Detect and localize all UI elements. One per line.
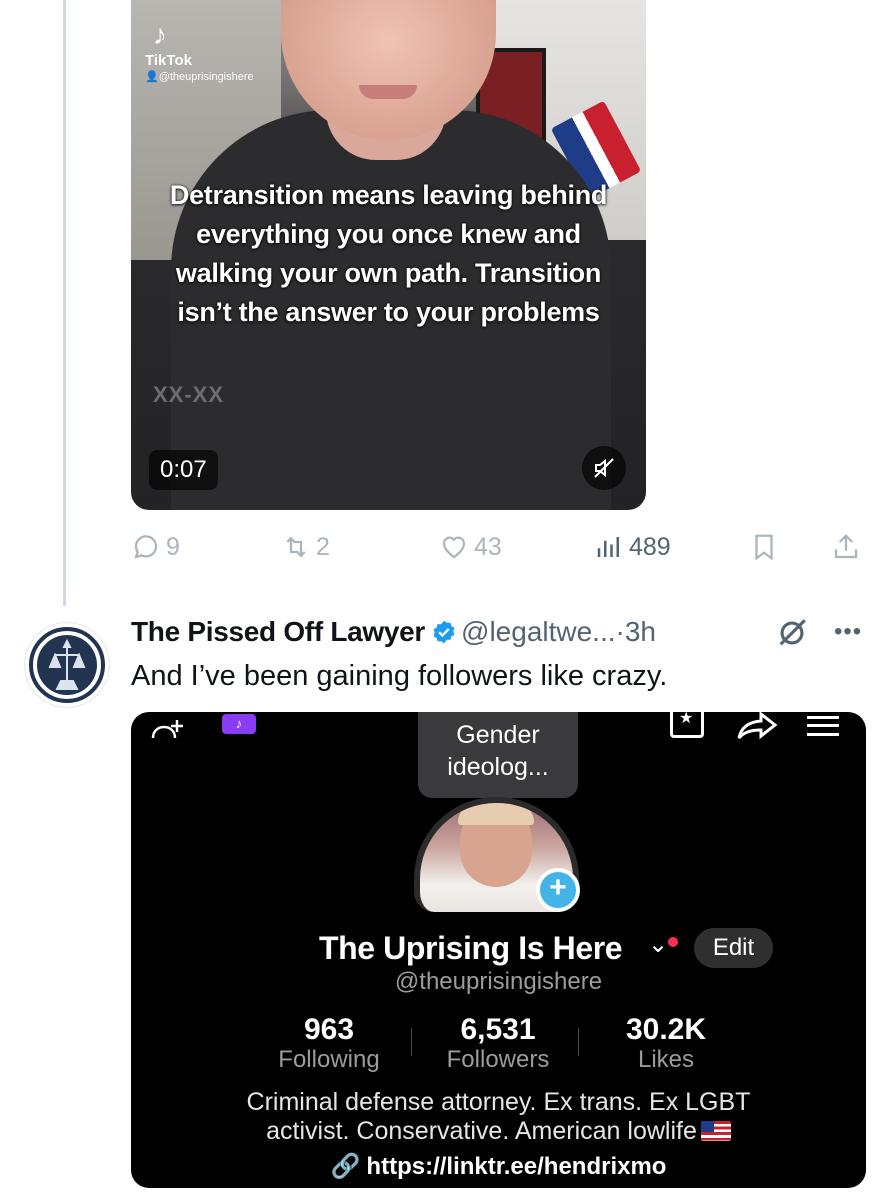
more-options-icon[interactable]: ••• xyxy=(834,612,862,652)
like-count: 43 xyxy=(474,532,502,561)
us-flag-icon xyxy=(700,1121,731,1141)
tweet-timestamp[interactable]: 3h xyxy=(625,616,656,647)
bookmark-button[interactable] xyxy=(749,526,779,568)
favorites-icon: ★ xyxy=(670,712,704,738)
repost-button[interactable]: 2 xyxy=(281,526,330,568)
mute-button[interactable] xyxy=(582,446,626,490)
reply-button[interactable]: 9 xyxy=(131,526,180,568)
profile-name-row: The Uprising Is Here ⌄ Edit xyxy=(131,926,866,970)
add-friend-icon xyxy=(151,720,183,739)
author-handle[interactable]: @legaltwe... xyxy=(461,616,616,647)
tiktok-watermark-handle: 👤@theuprisingishere xyxy=(145,71,254,83)
tweet-text: And I’ve been gaining followers like cra… xyxy=(131,660,668,692)
verified-badge-icon[interactable] xyxy=(431,619,457,645)
tiktok-watermark-name: TikTok xyxy=(145,52,192,69)
lady-justice-logo-icon xyxy=(29,627,105,703)
stat-label: Likes xyxy=(637,1046,695,1073)
tiktok-watermark: ♪ TikTok 👤@theuprisingishere xyxy=(145,19,255,84)
video-duration: 0:07 xyxy=(149,450,218,490)
tiktok-badge-icon: ♪ xyxy=(222,714,256,734)
views-button[interactable]: 489 xyxy=(594,526,671,568)
edit-profile-button: Edit xyxy=(694,928,773,968)
author-name[interactable]: The Pissed Off Lawyer xyxy=(131,616,425,647)
reply-icon xyxy=(134,535,158,559)
video-caption: Detransition means leaving behind everyt… xyxy=(169,180,608,327)
bio-line-1: Criminal defense attorney. Ex trans. Ex … xyxy=(246,1088,751,1116)
stat-value: 6,531 xyxy=(460,1013,536,1046)
tweet-image-profile[interactable]: ♪ ★ Gender ideolog... + The Uprising Is … xyxy=(131,712,866,1188)
stat-followers: 6,531 Followers xyxy=(430,1014,566,1074)
lips xyxy=(359,85,417,99)
profile-handle: @theuprisingishere xyxy=(394,968,603,995)
stat-label: Following xyxy=(278,1046,380,1073)
link-icon: 🔗 xyxy=(330,1153,361,1180)
tweet-video[interactable]: ♪ TikTok 👤@theuprisingishere Detransitio… xyxy=(131,0,646,510)
profile-hair xyxy=(458,803,534,825)
reply-count: 9 xyxy=(166,532,180,561)
author-avatar[interactable] xyxy=(24,622,110,708)
profile-stats: 963 Following 6,531 Followers 30.2K Like… xyxy=(231,1014,751,1074)
heart-icon xyxy=(442,536,466,559)
bio-line-2: activist. Conservative. American lowlife xyxy=(131,1117,866,1146)
chevron-down-icon: ⌄ xyxy=(648,931,669,958)
speaker-muted-icon xyxy=(594,458,614,478)
tiktok-logo-icon: ♪ xyxy=(153,19,167,50)
bookmark-icon xyxy=(755,534,773,561)
profile-bio: Criminal defense attorney. Ex trans. Ex … xyxy=(131,1088,866,1146)
stat-likes: 30.2K Likes xyxy=(596,1014,736,1074)
tweet-action-bar: 9 2 43 489 xyxy=(131,526,871,568)
like-button[interactable]: 43 xyxy=(439,526,502,568)
header-separator: · xyxy=(615,616,625,647)
profile-name: The Uprising Is Here xyxy=(319,930,623,966)
profile-link: 🔗 https://linktr.ee/hendrixmo xyxy=(330,1153,667,1180)
view-count: 489 xyxy=(629,532,671,561)
repost-icon xyxy=(286,536,306,558)
tweet-header: The Pissed Off Lawyer @legaltwe...·3h ••… xyxy=(131,612,871,652)
stat-value: 30.2K xyxy=(625,1013,707,1046)
share-arrow-icon xyxy=(737,712,778,740)
add-story-plus-icon: + xyxy=(536,868,580,912)
stat-divider xyxy=(411,1028,412,1056)
stat-value: 963 xyxy=(303,1013,355,1046)
profile-tooltip: Gender ideolog... xyxy=(418,712,578,810)
thread-connector-line xyxy=(63,0,66,606)
repost-count: 2 xyxy=(316,532,330,561)
grok-icon[interactable] xyxy=(775,616,809,650)
share-icon xyxy=(834,534,858,559)
analytics-icon xyxy=(597,537,619,557)
stat-divider xyxy=(578,1028,579,1056)
stat-label: Followers xyxy=(446,1046,550,1073)
video-brand-mark: XX-XX xyxy=(153,382,225,407)
notification-dot xyxy=(668,937,678,947)
share-button[interactable] xyxy=(831,526,861,568)
user-icon: 👤 xyxy=(145,71,159,83)
stat-following: 963 Following xyxy=(266,1014,392,1074)
menu-icon xyxy=(807,716,839,736)
